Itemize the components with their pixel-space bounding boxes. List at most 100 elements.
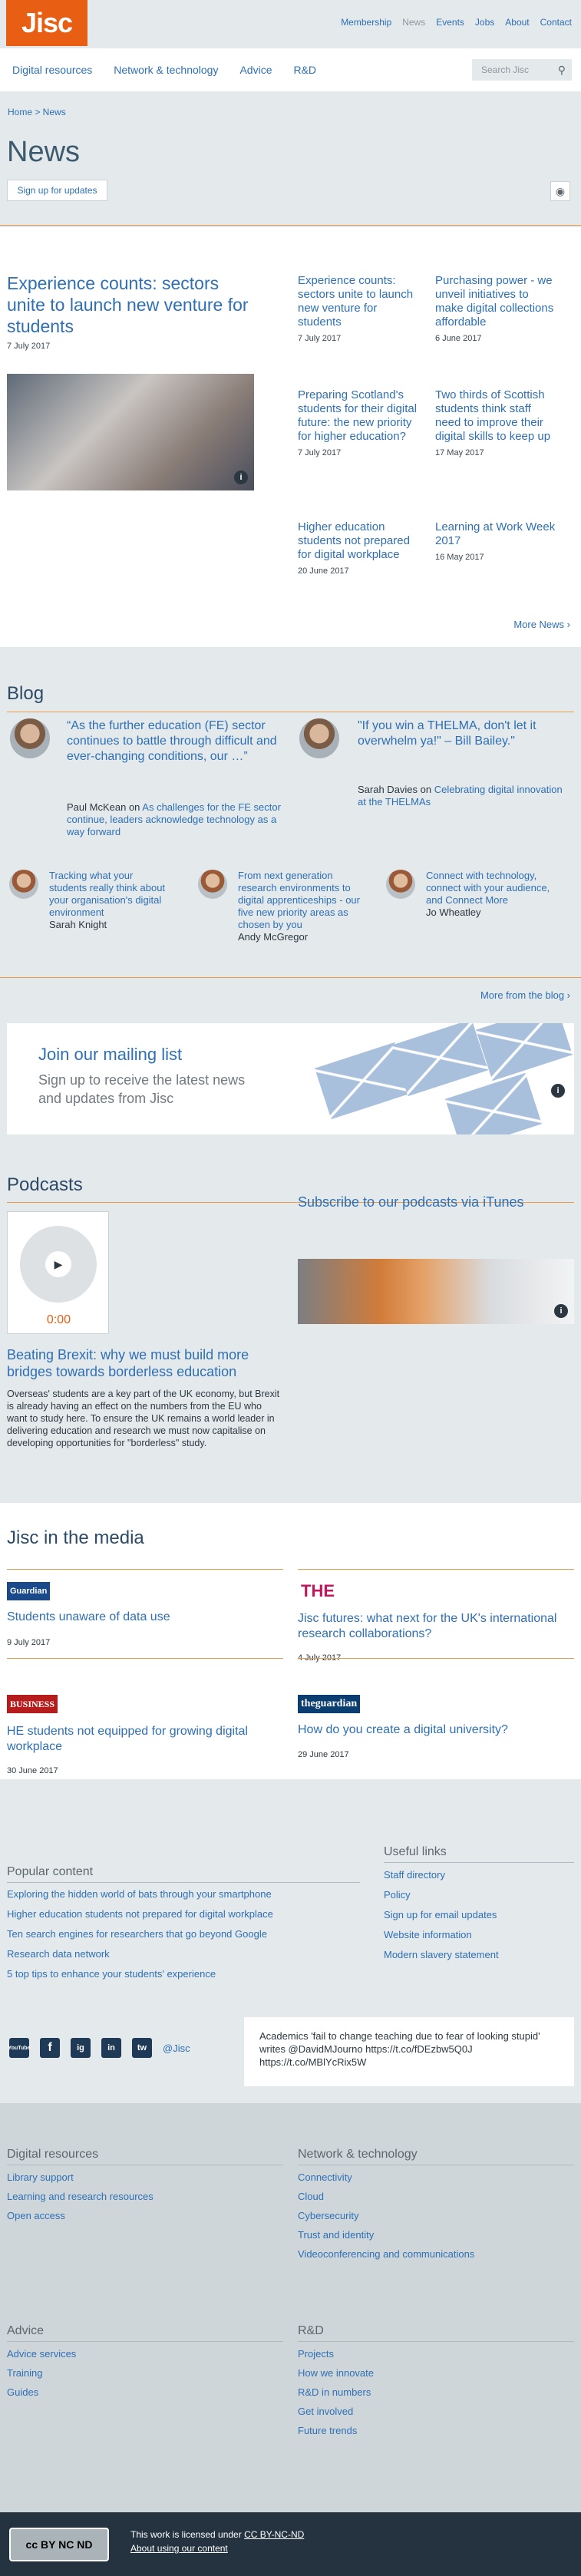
nav-rd[interactable]: R&D [293,64,316,76]
footer-link[interactable]: R&D in numbers [298,2383,374,2402]
top-link-contact[interactable]: Contact [540,17,572,28]
footer-link[interactable]: Open access [7,2206,154,2225]
cc-license-icon[interactable]: cc BY NC ND [9,2528,109,2561]
play-button[interactable]: ▶ [20,1226,97,1303]
mailing-title[interactable]: Join our mailing list [38,1045,182,1065]
top-link-about[interactable]: About [505,17,529,28]
podcasts-section: Podcasts ▶ 0:00 Subscribe to our podcast… [0,1165,581,1503]
top-link-membership[interactable]: Membership [341,17,391,28]
news-item[interactable]: Higher education students not prepared f… [298,520,421,576]
popular-link[interactable]: Ten search engines for researchers that … [7,1924,273,1944]
footer: Digital resources Library support Learni… [0,2103,581,2576]
blog-post[interactable]: From next generation research environmen… [238,870,361,943]
blog-post-title[interactable]: Connect with technology, connect with yo… [426,870,564,907]
news-item[interactable]: Preparing Scotland's students for their … [298,388,421,457]
news-item-title[interactable]: Higher education students not prepared f… [298,520,421,562]
blog-post-title[interactable]: Tracking what your students really think… [49,870,172,919]
info-icon[interactable]: i [551,1084,565,1098]
media-item-title[interactable]: Students unaware of data use [7,1611,268,1623]
divider [7,1882,360,1883]
footer-link[interactable]: Future trends [298,2421,374,2440]
theguardian-logo: theguardian [298,1695,361,1713]
youtube-icon[interactable]: YouTube [8,2038,30,2058]
nav-advice[interactable]: Advice [239,64,272,76]
blog-quote[interactable]: "If you win a THELMA, don't let it overw… [358,718,576,749]
popular-link[interactable]: Research data network [7,1944,273,1964]
news-item[interactable]: Two thirds of Scottish students think st… [435,388,558,457]
top-link-news[interactable]: News [402,17,425,28]
more-news-link[interactable]: More News › [513,619,570,630]
license-link[interactable]: CC BY-NC-ND [244,2529,304,2540]
useful-link[interactable]: Staff directory [384,1865,499,1885]
jisc-logo[interactable]: Jisc [6,0,87,46]
footer-link[interactable]: Get involved [298,2402,374,2421]
rss-icon[interactable]: ◉ [550,181,570,201]
episode-title[interactable]: Beating Brexit: why we must build more b… [7,1346,283,1380]
useful-link[interactable]: Sign up for email updates [384,1905,499,1925]
feature-title[interactable]: Experience counts: sectors unite to laun… [7,272,260,337]
news-item-title[interactable]: Purchasing power - we unveil initiatives… [435,274,558,329]
popular-link[interactable]: Higher education students not prepared f… [7,1904,273,1924]
news-item[interactable]: Experience counts: sectors unite to laun… [298,274,421,343]
useful-link[interactable]: Modern slavery statement [384,1945,499,1965]
blog-post[interactable]: Connect with technology, connect with yo… [426,870,564,919]
media-item-title[interactable]: How do you create a digital university? [298,1724,559,1736]
itunes-link[interactable]: Subscribe to our podcasts via iTunes [298,1194,524,1210]
feature-photo[interactable]: i [7,374,254,490]
audio-player[interactable]: ▶ 0:00 [7,1211,109,1334]
news-item-title[interactable]: Preparing Scotland's students for their … [298,388,421,444]
news-item[interactable]: Learning at Work Week 2017 16 May 2017 [435,520,558,562]
news-item-title[interactable]: Learning at Work Week 2017 [435,520,558,548]
itunes-image[interactable]: i [298,1259,574,1324]
info-icon[interactable]: i [554,1304,568,1318]
blog-quote[interactable]: “As the further education (FE) sector co… [67,718,286,765]
signup-updates-button[interactable]: Sign up for updates [7,180,107,201]
footer-link[interactable]: Videoconferencing and communications [298,2244,474,2264]
media-item-date: 30 June 2017 [7,1766,58,1775]
useful-link[interactable]: Website information [384,1925,499,1945]
footer-link[interactable]: Trust and identity [298,2225,474,2244]
podcasts-title: Podcasts [7,1174,83,1195]
popular-link[interactable]: Exploring the hidden world of bats throu… [7,1884,273,1904]
more-blog-link[interactable]: More from the blog › [480,989,570,1001]
breadcrumb[interactable]: Home > News [8,107,66,117]
linkedin-icon[interactable]: in [101,2038,121,2058]
media-title: Jisc in the media [7,1527,144,1548]
author-name: Sarah Knight [49,919,107,930]
footer-link[interactable]: Cloud [298,2187,474,2206]
top-link-events[interactable]: Events [436,17,464,28]
footer-link[interactable]: How we innovate [298,2363,374,2383]
social-links: YouTube f ig in tw @Jisc [8,2038,190,2058]
footer-link[interactable]: Cybersecurity [298,2206,474,2225]
nav-digital-resources[interactable]: Digital resources [12,64,92,76]
avatar [386,870,415,899]
info-icon[interactable]: i [234,471,248,484]
media-item-title[interactable]: Jisc futures: what next for the UK's int… [298,1611,559,1642]
blog-post[interactable]: Tracking what your students really think… [49,870,172,931]
facebook-icon[interactable]: f [40,2038,60,2058]
twitter-icon[interactable]: tw [132,2038,152,2058]
blog-post-title[interactable]: From next generation research environmen… [238,870,361,931]
useful-link[interactable]: Policy [384,1885,499,1905]
instagram-icon[interactable]: ig [71,2038,91,2058]
footer-link[interactable]: Guides [7,2383,76,2402]
footer-link[interactable]: Projects [298,2344,374,2363]
footer-link[interactable]: Library support [7,2168,154,2187]
news-item[interactable]: Purchasing power - we unveil initiatives… [435,274,558,343]
footer-link[interactable]: Learning and research resources [7,2187,154,2206]
popular-link[interactable]: 5 top tips to enhance your students' exp… [7,1964,273,1984]
footer-link[interactable]: Connectivity [298,2168,474,2187]
news-item-title[interactable]: Two thirds of Scottish students think st… [435,388,558,444]
news-item-title[interactable]: Experience counts: sectors unite to laun… [298,274,421,329]
top-link-jobs[interactable]: Jobs [475,17,494,28]
mailing-list-banner[interactable]: Join our mailing list Sign up to receive… [7,1023,574,1134]
about-content-link[interactable]: About using our content [130,2543,228,2554]
footer-link[interactable]: Training [7,2363,76,2383]
nav-network-technology[interactable]: Network & technology [114,64,218,76]
twitter-handle[interactable]: @Jisc [163,2043,190,2054]
search-input[interactable]: Search Jisc ⚲ [472,59,572,81]
footer-link[interactable]: Advice services [7,2344,76,2363]
media-item-title[interactable]: HE students not equipped for growing dig… [7,1724,268,1755]
search-icon[interactable]: ⚲ [558,64,566,77]
latest-tweet[interactable]: Academics 'fail to change teaching due t… [244,2017,574,2086]
